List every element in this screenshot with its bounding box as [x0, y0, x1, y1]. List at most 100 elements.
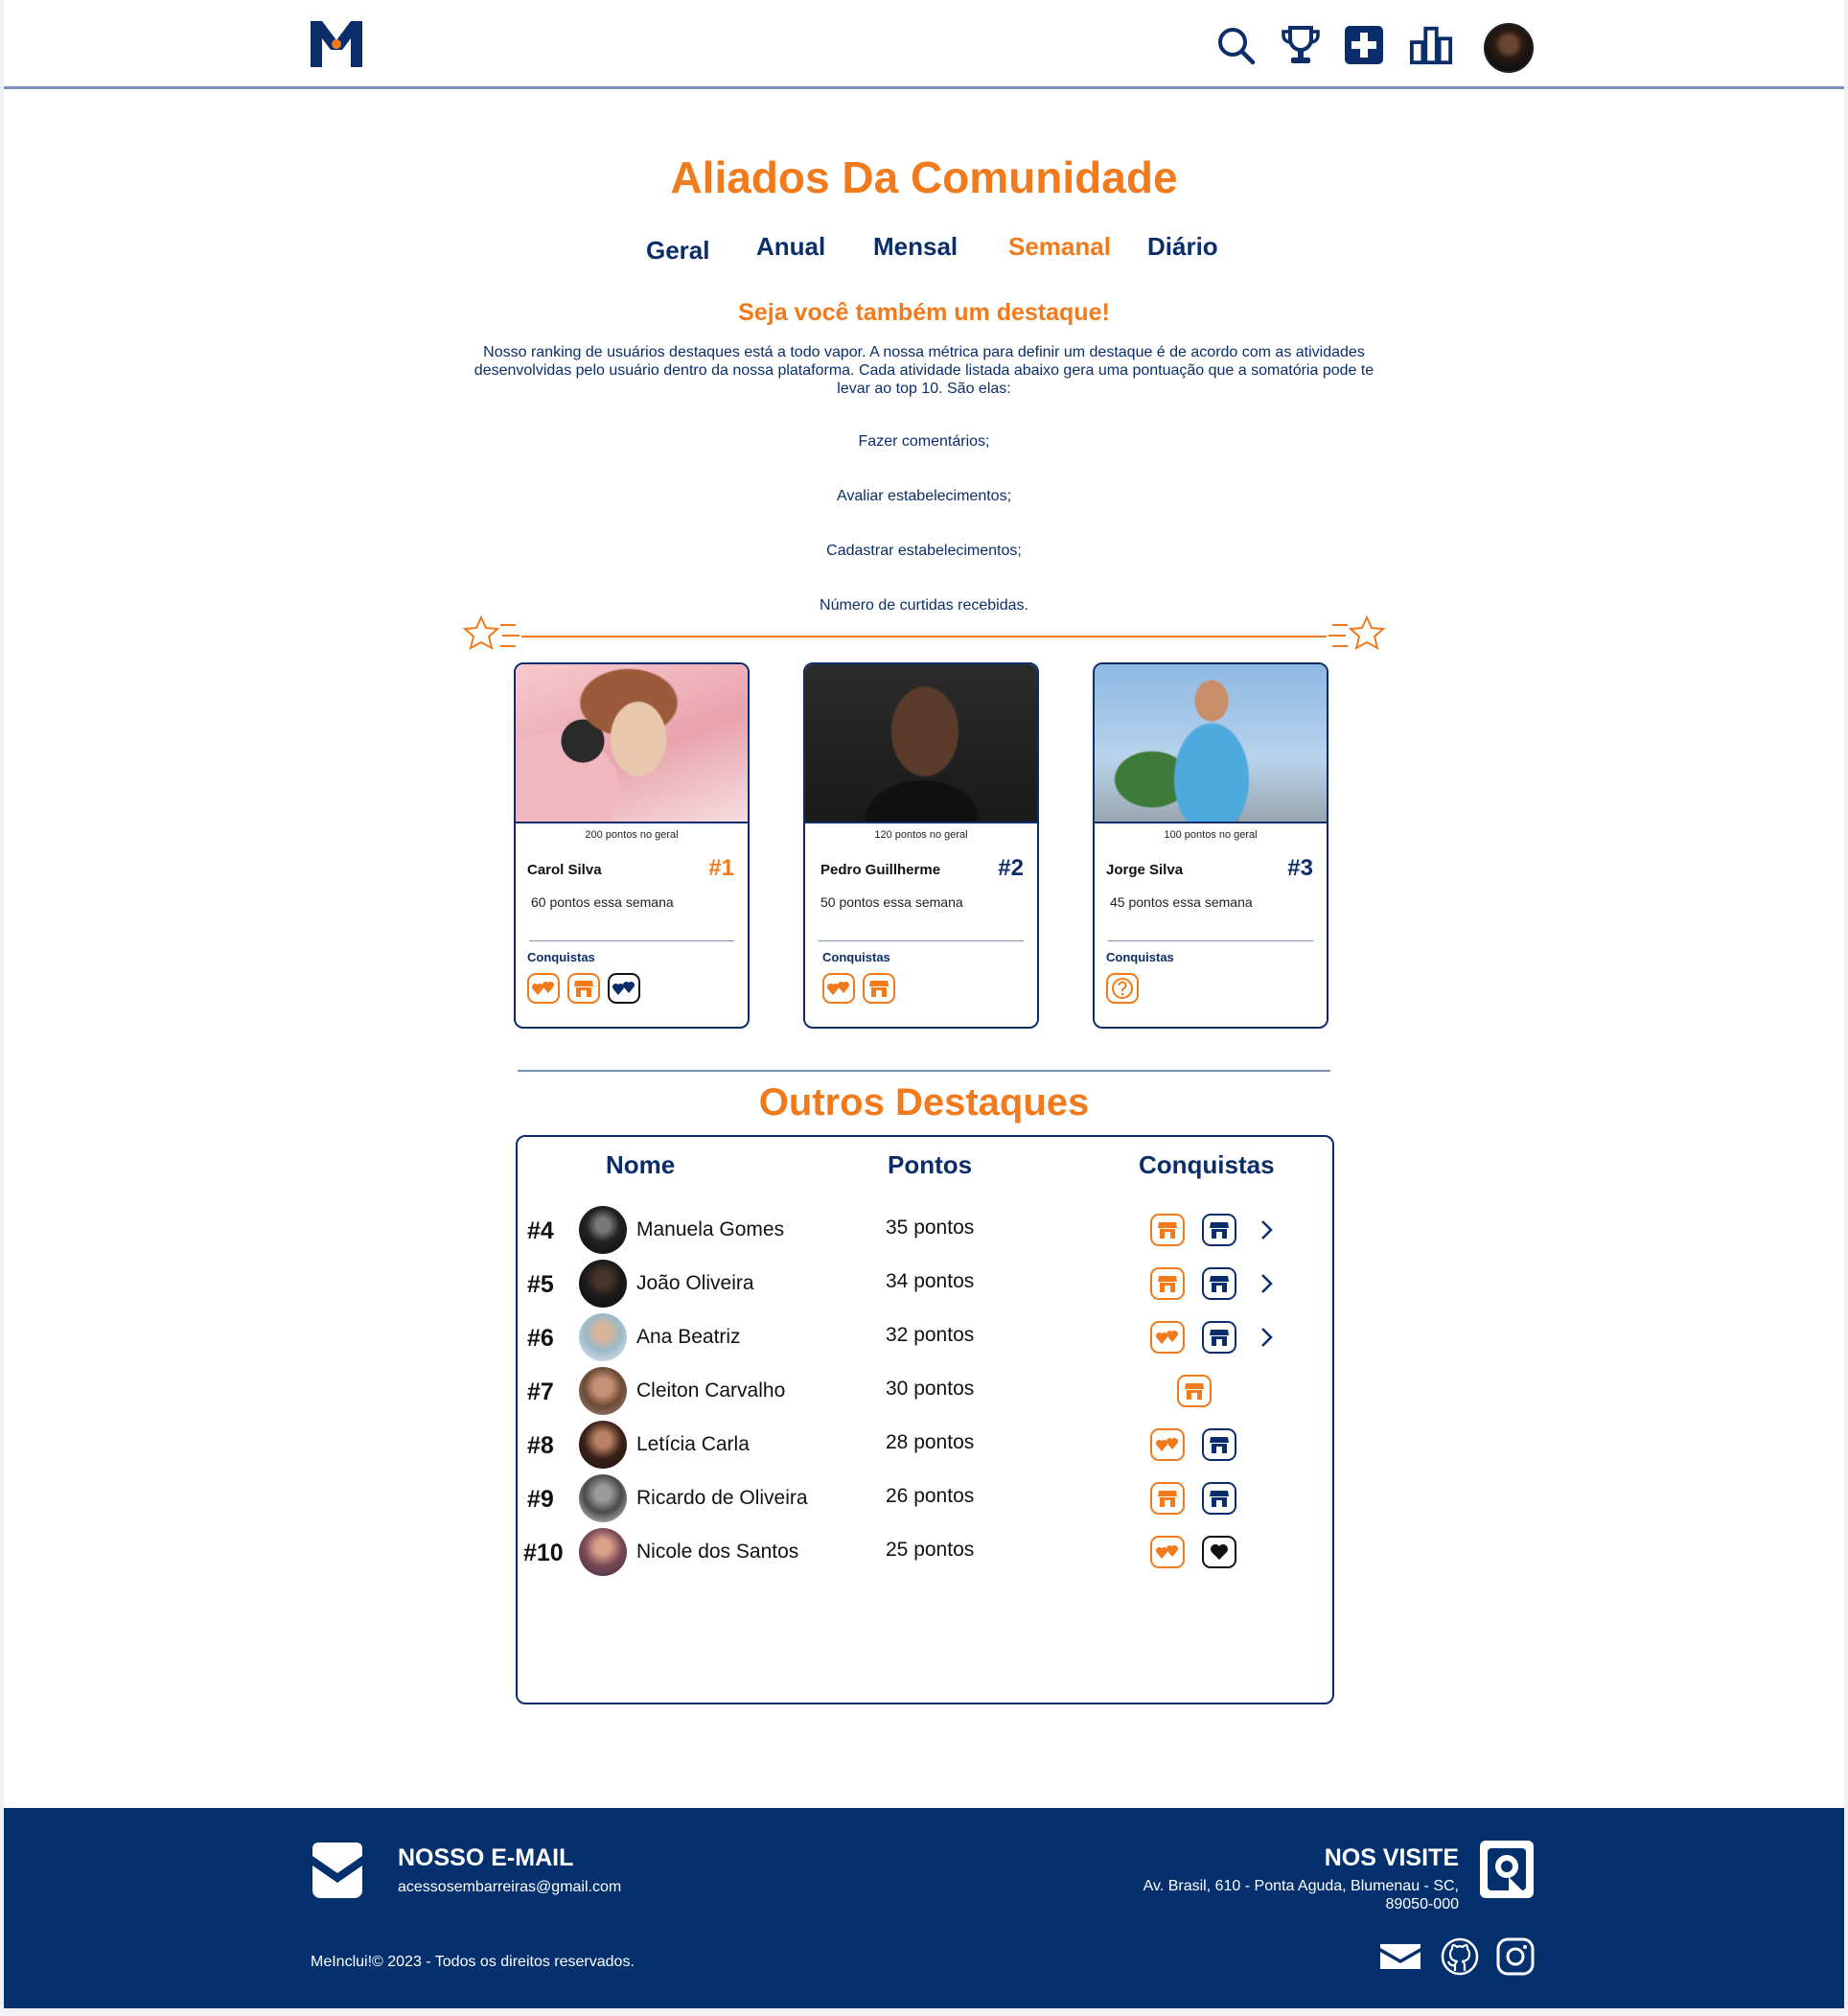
- store-blue-icon[interactable]: [1202, 1267, 1236, 1300]
- others-title: Outros Destaques: [758, 1081, 1090, 1124]
- hearts-blue-icon[interactable]: [608, 973, 640, 1004]
- avatar: [579, 1206, 627, 1254]
- rank-number: #1: [708, 855, 734, 881]
- email-address[interactable]: acessosembarreiras@gmail.com: [398, 1879, 621, 1896]
- hearts-icon[interactable]: [527, 973, 560, 1004]
- user-points: 34 pontos: [886, 1270, 975, 1292]
- hearts-icon[interactable]: [1150, 1428, 1185, 1461]
- footer: NOSSO E-MAIL acessosembarreiras@gmail.co…: [4, 1808, 1844, 2008]
- heart-icon[interactable]: [1202, 1536, 1236, 1568]
- store-blue-icon[interactable]: [1202, 1428, 1236, 1461]
- achievements-label: Conquistas: [1106, 950, 1174, 964]
- chevron-right-icon[interactable]: [1256, 1217, 1277, 1242]
- store-icon[interactable]: [1177, 1375, 1212, 1407]
- store-icon[interactable]: [1150, 1267, 1185, 1300]
- user-name: Pedro Guillherme: [820, 862, 941, 878]
- mail-icon[interactable]: [1380, 1936, 1421, 1977]
- hearts-icon[interactable]: [822, 973, 855, 1004]
- ranking-card-2[interactable]: 120 pontos no geral Pedro Guillherme #2 …: [803, 662, 1039, 1029]
- table-row[interactable]: #6 Ana Beatriz 32 pontos: [518, 1311, 1332, 1365]
- map-icon[interactable]: [1480, 1841, 1534, 1898]
- email-title: NOSSO E-MAIL: [398, 1844, 574, 1871]
- star-divider-line: [521, 636, 1327, 637]
- user-points: 32 pontos: [886, 1324, 975, 1346]
- achievement-badges: [1150, 1371, 1304, 1409]
- store-blue-icon[interactable]: [1202, 1214, 1236, 1246]
- tab-semanal[interactable]: Semanal: [1008, 232, 1111, 262]
- ranking-card-1[interactable]: 200 pontos no geral Carol Silva #1 60 po…: [514, 662, 750, 1029]
- user-avatar[interactable]: [1484, 23, 1534, 73]
- rank-number: #2: [998, 855, 1024, 881]
- avatar: [579, 1528, 627, 1576]
- others-table: Nome Pontos Conquistas #4 Manuela Gomes …: [516, 1135, 1334, 1704]
- general-points: 200 pontos no geral: [585, 829, 679, 841]
- user-points: 35 pontos: [886, 1217, 975, 1239]
- user-points: 30 pontos: [886, 1378, 975, 1400]
- activity-item: Avaliar estabelecimentos;: [836, 488, 1012, 504]
- store-icon[interactable]: [1150, 1214, 1185, 1246]
- week-points: 50 pontos essa semana: [820, 894, 963, 910]
- meinclui-logo[interactable]: [311, 21, 362, 67]
- period-tabs: Geral Anual Mensal Semanal Diário: [4, 232, 1844, 270]
- week-points: 60 pontos essa semana: [531, 894, 674, 910]
- achievement-badges: [1150, 1532, 1304, 1570]
- store-blue-icon[interactable]: [1202, 1321, 1236, 1354]
- store-blue-icon[interactable]: [1202, 1482, 1236, 1515]
- section-divider: [518, 1070, 1330, 1072]
- ranking-icon[interactable]: [1409, 23, 1453, 67]
- star-left-icon: [462, 614, 520, 650]
- user-points: 26 pontos: [886, 1485, 975, 1507]
- ranking-card-3[interactable]: 100 pontos no geral Jorge Silva #3 45 po…: [1093, 662, 1328, 1029]
- achievement-badges: [822, 973, 895, 1004]
- table-row[interactable]: #4 Manuela Gomes 35 pontos: [518, 1204, 1332, 1258]
- achievement-badges: [527, 973, 640, 1004]
- rank-number: #4: [527, 1217, 554, 1244]
- trophy-icon[interactable]: [1279, 23, 1323, 67]
- tab-geral[interactable]: Geral: [646, 236, 710, 266]
- activity-item: Número de curtidas recebidas.: [820, 597, 1028, 614]
- table-row[interactable]: #8 Letícia Carla 28 pontos: [518, 1419, 1332, 1472]
- store-icon[interactable]: [567, 973, 600, 1004]
- rank-number: #5: [527, 1271, 554, 1298]
- user-name: Manuela Gomes: [636, 1218, 785, 1240]
- instagram-icon[interactable]: [1495, 1936, 1536, 1977]
- question-icon[interactable]: [1106, 973, 1139, 1004]
- tab-anual[interactable]: Anual: [756, 232, 825, 262]
- table-row[interactable]: #10 Nicole dos Santos 25 pontos: [518, 1526, 1332, 1580]
- column-header-name: Nome: [606, 1150, 676, 1179]
- store-icon[interactable]: [1150, 1482, 1185, 1515]
- add-icon[interactable]: [1342, 23, 1386, 67]
- user-photo: [1095, 664, 1327, 823]
- rank-number: #10: [523, 1540, 564, 1566]
- user-name: Ana Beatriz: [636, 1326, 741, 1348]
- tab-diario[interactable]: Diário: [1147, 232, 1218, 262]
- visit-title: NOS VISITE: [1324, 1844, 1459, 1871]
- user-name: Ricardo de Oliveira: [636, 1487, 808, 1509]
- github-icon[interactable]: [1440, 1936, 1480, 1977]
- activity-item: Cadastrar estabelecimentos;: [826, 543, 1022, 559]
- hearts-icon[interactable]: [1150, 1321, 1185, 1354]
- achievement-badges: [1150, 1210, 1304, 1248]
- copyright: MeInclui!© 2023 - Todos os direitos rese…: [311, 1954, 635, 1970]
- chevron-right-icon[interactable]: [1256, 1325, 1277, 1350]
- achievement-badges: [1150, 1478, 1304, 1517]
- table-row[interactable]: #7 Cleiton Carvalho 30 pontos: [518, 1365, 1332, 1419]
- search-icon[interactable]: [1213, 23, 1258, 67]
- hearts-icon[interactable]: [1150, 1536, 1185, 1568]
- chevron-right-icon[interactable]: [1256, 1271, 1277, 1296]
- rank-number: #7: [527, 1379, 554, 1405]
- week-points: 45 pontos essa semana: [1110, 894, 1253, 910]
- user-photo: [516, 664, 748, 823]
- user-name: Letícia Carla: [636, 1433, 750, 1455]
- table-row[interactable]: #5 João Oliveira 34 pontos: [518, 1258, 1332, 1311]
- avatar: [579, 1474, 627, 1522]
- mail-icon: [312, 1842, 362, 1898]
- activity-item: Fazer comentários;: [858, 433, 990, 450]
- store-icon[interactable]: [863, 973, 895, 1004]
- table-row[interactable]: #9 Ricardo de Oliveira 26 pontos: [518, 1472, 1332, 1526]
- rank-number: #6: [527, 1325, 554, 1352]
- achievements-label: Conquistas: [527, 950, 595, 964]
- achievement-badges: [1150, 1425, 1304, 1463]
- general-points: 120 pontos no geral: [874, 829, 968, 841]
- tab-mensal[interactable]: Mensal: [873, 232, 958, 262]
